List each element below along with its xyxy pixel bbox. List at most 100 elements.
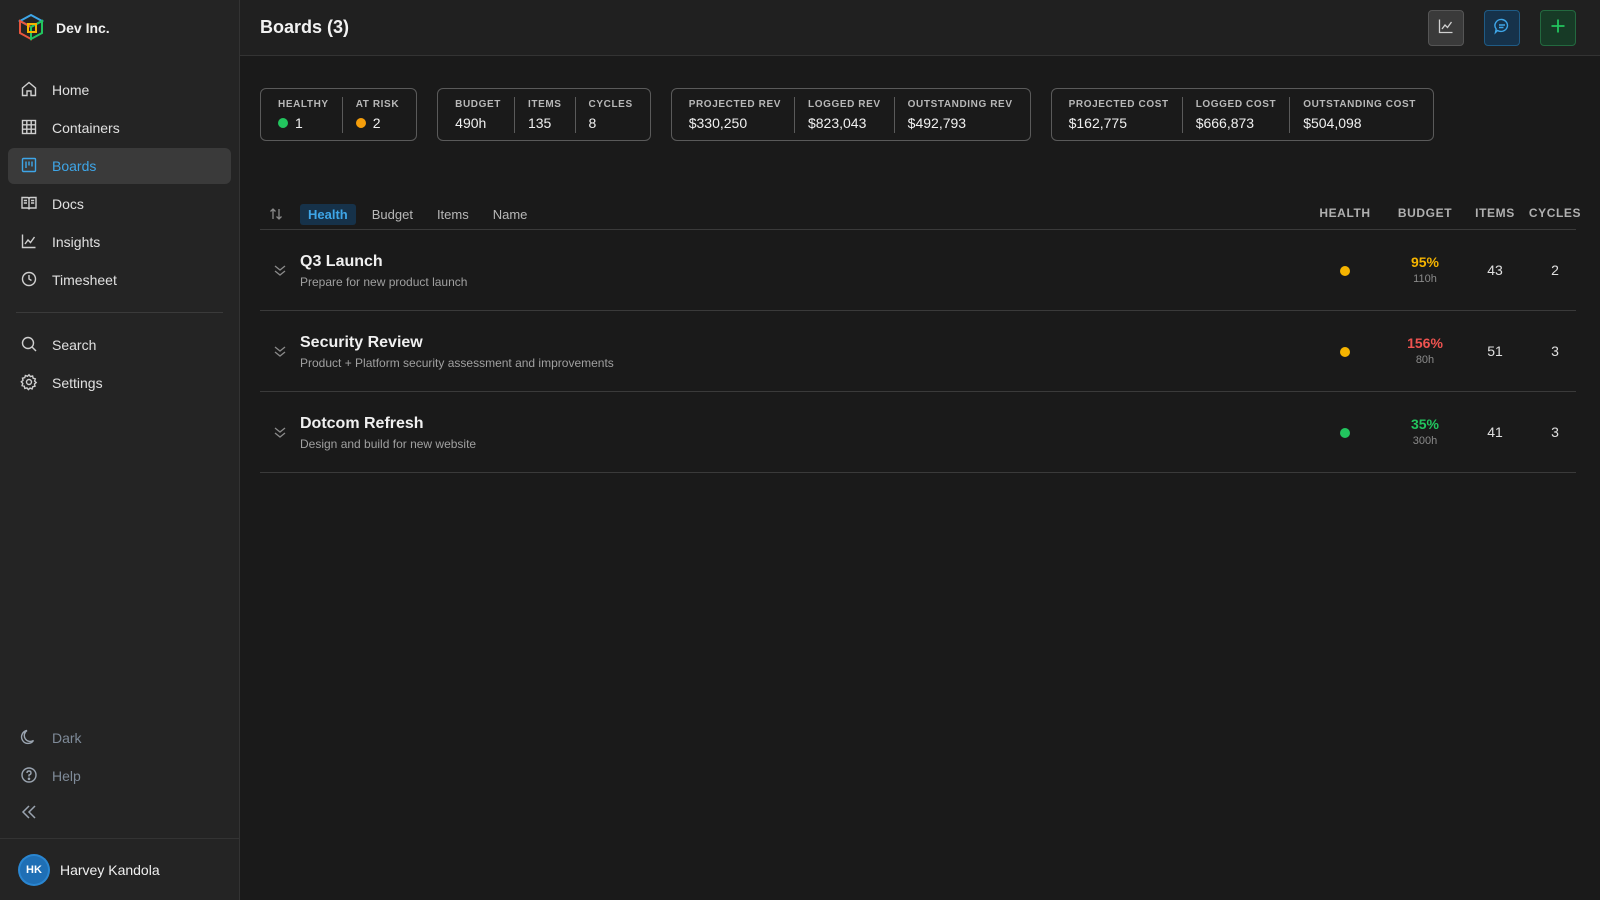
stat-label: HEALTHY — [278, 98, 329, 110]
stat-value: $330,250 — [688, 114, 748, 131]
add-board-button[interactable] — [1540, 9, 1576, 46]
org-name: Dev Inc. — [56, 20, 110, 36]
grid-icon — [20, 118, 38, 139]
board-description: Prepare for new product launch — [300, 275, 468, 289]
book-icon — [20, 194, 38, 215]
stat-label: PROJECTED REV — [688, 98, 781, 110]
sidebar-item-insights[interactable]: Insights — [8, 224, 231, 260]
chevron-down-icon[interactable] — [272, 424, 288, 440]
chevron-down-icon[interactable] — [272, 343, 288, 359]
theme-toggle[interactable]: Dark — [8, 720, 231, 756]
stat-label: OUTSTANDING COST — [1303, 98, 1416, 110]
items-count: 51 — [1487, 343, 1503, 359]
board-row-q3-launch[interactable]: Q3 Launch Prepare for new product launch… — [260, 230, 1576, 311]
stat-label: PROJECTED COST — [1068, 98, 1169, 110]
budget-cell: 156% 80h — [1385, 335, 1465, 366]
stat-value: 2 — [372, 114, 381, 131]
sidebar-item-label: Timesheet — [52, 272, 117, 288]
board-title[interactable]: Q3 Launch — [300, 253, 383, 271]
chat-icon — [1493, 17, 1511, 38]
avatar: HK — [20, 855, 48, 884]
column-header-cycles: CYCLES — [1528, 206, 1582, 220]
stat-value: $666,873 — [1195, 114, 1255, 131]
stat-outstanding-rev: OUTSTANDING REV $492,793 — [893, 96, 1026, 133]
user-name: Harvey Kandola — [60, 861, 160, 878]
stat-label: ITEMS — [527, 98, 562, 110]
sidebar-item-home[interactable]: Home — [8, 72, 231, 108]
stat-projected-cost: PROJECTED COST $162,775 — [1056, 97, 1182, 133]
user-profile[interactable]: HK Harvey Kandola — [0, 838, 239, 900]
cycles-count: 3 — [1551, 343, 1559, 359]
items-count: 41 — [1487, 424, 1503, 440]
stat-label: OUTSTANDING REV — [907, 98, 1013, 110]
board-row-dotcom-refresh[interactable]: Dotcom Refresh Design and build for new … — [260, 392, 1576, 473]
stat-at-risk: AT RISK 2 — [341, 96, 412, 133]
stat-value-row: 1 — [278, 115, 329, 131]
stat-label: AT RISK — [355, 98, 400, 110]
chevron-down-icon[interactable] — [272, 262, 288, 278]
stat-outstanding-cost: OUTSTANDING COST $504,098 — [1289, 96, 1429, 133]
board-row-security-review[interactable]: Security Review Product + Platform secur… — [260, 311, 1576, 392]
health-status-dot — [1340, 266, 1350, 276]
stat-value: $492,793 — [907, 114, 967, 131]
sort-option-items[interactable]: Items — [429, 204, 477, 225]
work-summary-card: BUDGET 490h ITEMS 135 CYCLES 8 — [437, 88, 651, 141]
clock-icon — [20, 270, 38, 291]
health-summary-card: HEALTHY 1 AT RISK 2 — [260, 88, 418, 141]
stat-value: $162,775 — [1068, 114, 1128, 131]
stat-label: CYCLES — [588, 98, 633, 110]
board-icon — [20, 156, 38, 177]
sidebar-item-label: Home — [52, 82, 90, 98]
budget-cell: 35% 300h — [1385, 416, 1465, 447]
sidebar-footer: Dark Help — [0, 720, 239, 838]
sidebar-item-timesheet[interactable]: Timesheet — [8, 262, 231, 298]
sidebar-item-containers[interactable]: Containers — [8, 110, 231, 146]
budget-hours: 80h — [1415, 354, 1435, 366]
cycles-count: 3 — [1551, 424, 1559, 440]
sort-option-budget[interactable]: Budget — [364, 204, 421, 225]
budget-percent: 156% — [1407, 335, 1443, 351]
stat-budget: BUDGET 490h — [442, 97, 514, 133]
sidebar-item-label: Docs — [52, 196, 84, 212]
at-risk-status-dot — [355, 117, 366, 128]
sidebar-item-search[interactable]: Search — [8, 327, 231, 363]
board-title[interactable]: Dotcom Refresh — [300, 415, 424, 433]
sort-option-health[interactable]: Health — [300, 203, 356, 225]
stat-value: 135 — [527, 114, 552, 131]
health-status-dot — [1340, 347, 1350, 357]
cost-summary-card: PROJECTED COST $162,775 LOGGED COST $666… — [1050, 88, 1434, 141]
stat-logged-cost: LOGGED COST $666,873 — [1181, 96, 1290, 133]
collapse-sidebar-button[interactable] — [8, 796, 231, 830]
sidebar-item-label: Search — [52, 337, 97, 353]
revenue-summary-card: PROJECTED REV $330,250 LOGGED REV $823,0… — [670, 88, 1031, 141]
sort-option-name[interactable]: Name — [485, 204, 536, 225]
moon-icon — [20, 728, 38, 749]
column-header-health: HEALTH — [1319, 206, 1371, 220]
help-link[interactable]: Help — [8, 758, 231, 794]
stat-value: 1 — [295, 114, 303, 131]
sidebar-item-boards[interactable]: Boards — [8, 148, 231, 184]
health-status-dot — [1340, 428, 1350, 438]
comments-button[interactable] — [1484, 9, 1520, 46]
sidebar-item-settings[interactable]: Settings — [8, 365, 231, 401]
header-actions — [1428, 9, 1576, 46]
stat-value: $823,043 — [807, 114, 867, 131]
chart-icon — [20, 232, 38, 253]
budget-hours: 110h — [1413, 273, 1437, 285]
budget-percent: 95% — [1410, 254, 1440, 270]
column-header-items: ITEMS — [1475, 206, 1515, 220]
sort-icon[interactable] — [268, 204, 288, 224]
board-title[interactable]: Security Review — [300, 334, 423, 352]
help-icon — [20, 766, 38, 787]
sidebar: Dev Inc. Home Containers Boards Docs Ins… — [0, 0, 240, 900]
insights-button[interactable] — [1428, 9, 1464, 46]
stat-label: LOGGED REV — [807, 98, 881, 110]
brand[interactable]: Dev Inc. — [0, 0, 239, 56]
chevrons-left-icon — [20, 803, 38, 824]
column-header-budget: BUDGET — [1397, 206, 1453, 220]
logo-icon — [16, 12, 46, 45]
sidebar-item-docs[interactable]: Docs — [8, 186, 231, 222]
sidebar-item-label: Insights — [52, 234, 101, 250]
page-header: Boards (3) — [240, 0, 1600, 56]
budget-percent: 35% — [1410, 416, 1440, 432]
